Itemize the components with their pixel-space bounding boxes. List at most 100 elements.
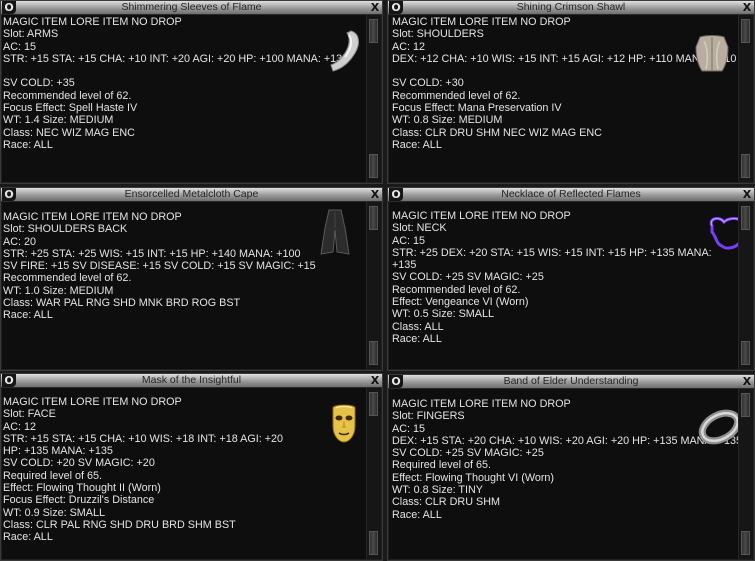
window-close-button[interactable]: X [741,375,753,388]
item-race: Race: ALL [3,309,53,322]
scrollbar-up-button[interactable] [741,206,750,230]
item-class: Class: CLR DRU SHM [392,496,500,509]
item-class: Class: CLR PAL RNG SHD DRU BRD SHM BST [3,518,236,531]
window-scrollbar[interactable] [366,15,381,182]
scrollbar-down-button[interactable] [741,531,750,555]
item-slot: Slot: FACE [3,408,56,421]
scrollbar-up-button[interactable] [369,392,378,416]
item-weight: WT: 0.8 Size: MEDIUM [392,114,503,127]
item-stats: STR: +25 STA: +25 WIS: +15 INT: +15 HP: … [3,247,301,260]
item-race: Race: ALL [3,138,53,151]
item-race: Race: ALL [392,138,442,151]
item-flags: MAGIC ITEM LORE ITEM NO DROP [392,16,571,28]
sleeves-icon [330,30,359,72]
scrollbar-down-button[interactable] [369,154,378,178]
window-title: Shimmering Sleeves of Flame [121,1,262,13]
item-effect: Focus Effect: Mana Preservation IV [392,102,562,115]
item-ac: AC: 15 [3,40,37,53]
window-close-button[interactable]: X [741,188,753,201]
item-effect: Focus Effect: Spell Haste IV [3,102,138,115]
item-blank [392,65,736,77]
item-resists: SV COLD: +30 [392,77,464,90]
window-title: Mask of the Insightful [141,374,242,386]
window-scrollbar[interactable] [738,389,753,559]
item-stats: DEX: +15 STA: +20 CHA: +10 WIS: +20 AGI:… [392,434,742,447]
item-ac: AC: 12 [3,420,37,433]
scrollbar-up-button[interactable] [741,19,750,43]
item-level: Recommended level of 62. [3,89,132,102]
item-window-shining-crimson-shawl[interactable]: O Shining Crimson Shawl X MAGIC ITEM LOR… [387,0,755,184]
item-race: Race: ALL [3,531,53,544]
item-class: Class: NEC WIZ MAG ENC [3,126,135,139]
scrollbar-down-button[interactable] [741,341,750,365]
item-level: Recommended level of 62. [392,283,521,296]
item-resists: SV COLD: +25 SV MAGIC: +25 [392,447,544,460]
cape-icon [320,209,350,255]
window-title: Shining Crimson Shawl [516,1,626,13]
item-window-mask-of-the-insightful[interactable]: O Mask of the Insightful X MAGIC ITEM LO… [0,373,383,561]
item-details: MAGIC ITEM LORE ITEM NO DROP Slot: SHOUL… [392,16,736,181]
item-resists: SV COLD: +35 [3,77,75,90]
item-resists: SV COLD: +25 SV MAGIC: +25 [392,271,544,284]
item-resists: SV FIRE: +15 SV DISEASE: +15 SV COLD: +1… [3,260,316,273]
window-scrollbar[interactable] [366,388,381,559]
scrollbar-down-button[interactable] [741,154,750,178]
item-stats-continued: HP: +135 MANA: +135 [3,445,113,458]
scrollbar-down-button[interactable] [369,341,378,365]
window-close-button[interactable]: X [369,1,381,14]
item-details: MAGIC ITEM LORE ITEM NO DROP Slot: NECK … [392,210,736,368]
window-close-button[interactable]: X [369,188,381,201]
window-scrollbar[interactable] [366,202,381,369]
window-title: Necklace of Reflected Flames [501,188,641,200]
item-flags: MAGIC ITEM LORE ITEM NO DROP [3,211,182,223]
item-details: MAGIC ITEM LORE ITEM NO DROP Slot: FACE … [3,396,364,558]
item-class: Class: CLR DRU SHM NEC WIZ MAG ENC [392,126,602,139]
item-resists: SV COLD: +20 SV MAGIC: +20 [3,457,155,470]
item-weight: WT: 0.8 Size: TINY [392,484,483,497]
item-blank [3,65,364,77]
scrollbar-up-button[interactable] [369,19,378,43]
item-effect: Effect: Flowing Thought II (Worn) [3,482,161,495]
window-scrollbar[interactable] [738,15,753,182]
item-slot: Slot: FINGERS [392,410,465,423]
item-class: Class: WAR PAL RNG SHD MNK BRD ROG BST [3,297,241,310]
item-level: Recommended level of 62. [392,89,521,102]
item-stats: DEX: +12 CHA: +10 WIS: +15 INT: +15 AGI:… [392,52,737,65]
item-focus-effect: Focus Effect: Druzzil's Distance [3,494,155,507]
window-title: Ensorcelled Metalcloth Cape [124,188,259,200]
item-window-band-of-elder-understanding[interactable]: O Band of Elder Understanding X MAGIC IT… [387,374,755,561]
item-stats: STR: +25 DEX: +20 STA: +15 WIS: +15 INT:… [392,246,712,259]
item-window-shimmering-sleeves[interactable]: O Shimmering Sleeves of Flame X MAGIC IT… [0,0,383,184]
item-window-ensorcelled-metalcloth-cape[interactable]: O Ensorcelled Metalcloth Cape X MAGIC IT… [0,187,383,371]
item-slot: Slot: SHOULDERS BACK [3,223,128,236]
ring-icon [698,409,742,445]
item-window-necklace-of-reflected-flames[interactable]: O Necklace of Reflected Flames X MAGIC I… [387,187,755,371]
shawl-icon [695,35,729,72]
window-title: Band of Elder Understanding [503,375,639,387]
item-stats: STR: +15 STA: +15 CHA: +10 WIS: +18 INT:… [3,432,284,445]
item-level: Required level of 65. [392,459,492,472]
window-close-button[interactable]: X [741,1,753,14]
item-details: MAGIC ITEM LORE ITEM NO DROP Slot: SHOUL… [3,211,364,368]
item-race: Race: ALL [392,508,442,521]
item-race: Race: ALL [392,332,442,345]
item-flags: MAGIC ITEM LORE ITEM NO DROP [3,396,182,408]
item-ac: AC: 15 [392,234,426,247]
item-weight: WT: 1.4 Size: MEDIUM [3,114,114,127]
item-ac: AC: 20 [3,235,37,248]
item-level: Required level of 65. [3,469,103,482]
item-stats-continued: +135 [392,259,417,272]
window-scrollbar[interactable] [738,202,753,369]
window-close-button[interactable]: X [369,374,381,387]
scrollbar-up-button[interactable] [369,206,378,230]
item-flags: MAGIC ITEM LORE ITEM NO DROP [3,16,182,28]
item-weight: WT: 0.5 Size: SMALL [392,308,495,321]
mask-icon [332,404,356,443]
item-level: Recommended level of 62. [3,272,132,285]
item-stats: STR: +15 STA: +15 CHA: +10 INT: +20 AGI:… [3,52,349,65]
scrollbar-down-button[interactable] [369,531,378,555]
item-weight: WT: 0.9 Size: SMALL [3,506,106,519]
item-slot: Slot: SHOULDERS [392,28,484,41]
item-class: Class: ALL [392,320,444,333]
scrollbar-up-button[interactable] [741,393,750,417]
